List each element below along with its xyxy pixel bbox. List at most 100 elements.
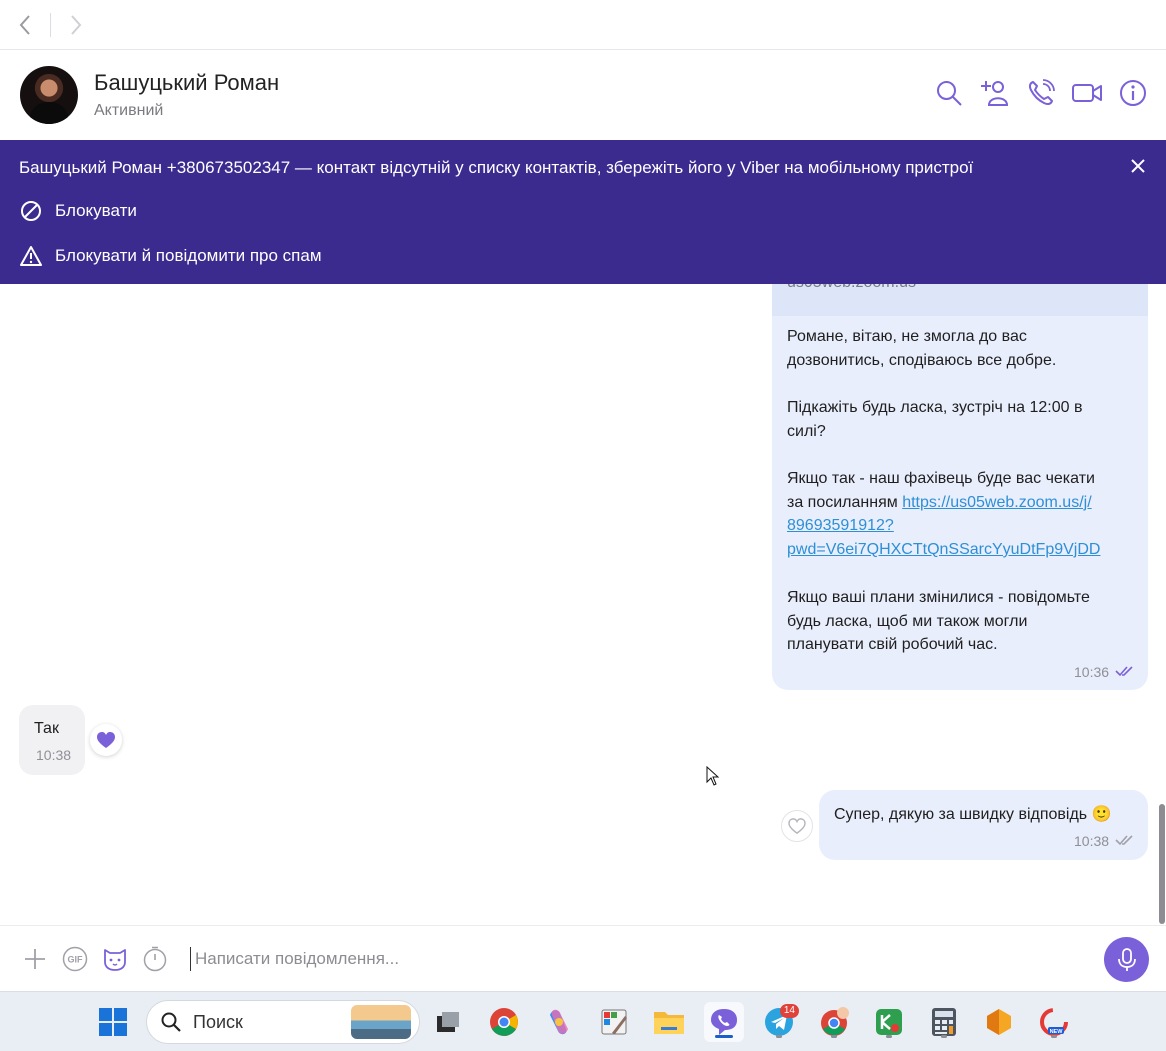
contact-name: Башуцький Роман	[94, 70, 280, 95]
forward-button[interactable]	[65, 14, 87, 36]
taskbar-app-taskview[interactable]	[428, 1002, 468, 1042]
paint-icon	[601, 1009, 627, 1035]
info-button[interactable]	[1118, 78, 1148, 108]
heart-outline-icon	[788, 818, 806, 834]
heart-icon	[97, 732, 115, 748]
orange-shape-icon	[987, 1009, 1011, 1035]
message-text: pwd=V6ei7QHXCTtQnSSarcYyuDtFp9VjDD	[787, 538, 1100, 562]
viber-icon	[711, 1009, 737, 1035]
chrome-icon	[490, 1008, 518, 1036]
copilot-icon	[550, 1009, 568, 1035]
message-composer: GIF	[0, 925, 1166, 991]
video-camera-icon	[1072, 84, 1102, 102]
add-user-icon	[981, 81, 1009, 106]
reaction-badge[interactable]	[90, 724, 122, 756]
viber-window: Башуцький Роман Активний Башуцький Роман…	[0, 0, 1166, 1051]
open-indicator	[886, 1035, 892, 1038]
plus-icon	[25, 948, 45, 969]
chevron-left-icon	[19, 14, 30, 35]
taskbar-search[interactable]: Поиск	[146, 1000, 420, 1044]
open-indicator	[831, 1035, 837, 1038]
warning-icon	[20, 246, 42, 266]
message-text: Якщо ваші плани змінилися - повідомьте б…	[787, 589, 1090, 654]
task-view-icon	[437, 1012, 459, 1032]
attach-button[interactable]	[22, 946, 48, 972]
open-indicator	[941, 1035, 947, 1038]
delivered-ticks-icon	[1115, 835, 1133, 846]
avatar[interactable]	[20, 66, 78, 124]
message-text: Підкажіть будь ласка, зустріч на 12:00 в…	[787, 399, 1083, 440]
add-participant-button[interactable]	[980, 78, 1010, 108]
unknown-contact-banner: Башуцький Роман +380673502347 — контакт …	[0, 140, 1166, 284]
message-text: Супер, дякую за швидку відповідь 🙂	[834, 806, 1112, 823]
voice-message-button[interactable]	[1104, 937, 1149, 982]
message-time: 10:38	[36, 747, 72, 763]
windows-logo-icon	[99, 1008, 127, 1036]
start-button[interactable]	[93, 1002, 133, 1042]
ccleaner-icon: NEW	[1040, 1008, 1068, 1036]
message-time: 10:36	[1074, 664, 1110, 680]
open-indicator	[776, 1035, 782, 1038]
microphone-icon	[1117, 947, 1136, 971]
text-caret	[190, 946, 191, 971]
block-icon	[21, 201, 41, 221]
search-icon	[937, 81, 962, 106]
zoom-link-cont[interactable]: 89693591912?	[787, 517, 894, 534]
green-app-icon	[876, 1009, 902, 1035]
header-actions	[934, 78, 1148, 108]
scrollbar[interactable]	[1159, 804, 1165, 924]
calculator-icon	[932, 1008, 956, 1036]
link-preview-domain: us05web.zoom.us	[787, 284, 916, 292]
taskbar-app-paint[interactable]	[594, 1002, 634, 1042]
phone-icon	[1028, 79, 1055, 106]
close-icon	[1131, 159, 1145, 173]
block-button[interactable]: Блокувати	[20, 200, 137, 222]
message-text: Романе, вітаю, не змогла до вас дозвонит…	[787, 328, 1057, 369]
unread-badge: 14	[779, 1004, 799, 1018]
read-ticks-icon	[1115, 666, 1133, 677]
contact-info[interactable]: Башуцький Роман Активний	[94, 70, 279, 120]
gif-icon: GIF	[62, 946, 88, 971]
active-indicator	[715, 1035, 733, 1038]
taskbar-app-green[interactable]	[869, 1002, 909, 1042]
timer-button[interactable]	[142, 946, 168, 972]
message-text: Так	[34, 720, 59, 737]
back-button[interactable]	[14, 14, 36, 36]
video-call-button[interactable]	[1072, 78, 1102, 108]
link-preview[interactable]: us05web.zoom.us	[772, 284, 1148, 316]
banner-close-button[interactable]	[1128, 156, 1148, 176]
taskbar-app-calculator[interactable]	[924, 1002, 964, 1042]
taskbar-app-chrome-profile[interactable]	[814, 1002, 854, 1042]
search-button[interactable]	[934, 78, 964, 108]
chevron-right-icon	[71, 14, 82, 35]
like-button[interactable]	[781, 810, 813, 842]
taskbar-app-viber[interactable]	[704, 1002, 744, 1042]
nav-bar	[0, 0, 1166, 50]
search-icon	[161, 1012, 181, 1032]
message-input[interactable]	[195, 948, 1075, 969]
taskbar-app-explorer[interactable]	[649, 1002, 689, 1042]
nav-divider	[50, 12, 51, 37]
message-list[interactable]: us05web.zoom.us Романе, вітаю, не змогла…	[0, 284, 1166, 925]
chrome-profile-icon	[821, 1007, 849, 1036]
gif-button[interactable]: GIF	[62, 946, 88, 972]
block-report-label: Блокувати й повідомити про спам	[55, 246, 322, 265]
svg-text:GIF: GIF	[68, 954, 84, 964]
message-time: 10:38	[1074, 833, 1110, 849]
zoom-link-cont[interactable]: pwd=V6ei7QHXCTtQnSSarcYyuDtFp9VjDD	[787, 541, 1100, 558]
block-report-button[interactable]: Блокувати й повідомити про спам	[20, 245, 322, 267]
banner-message: Башуцький Роман +380673502347 — контакт …	[19, 158, 974, 177]
folder-icon	[654, 1012, 684, 1034]
sticker-bear-icon	[104, 948, 126, 971]
search-label: Поиск	[193, 1011, 243, 1032]
zoom-link[interactable]: https://us05web.zoom.us/j/	[902, 494, 1091, 511]
chat-header: Башуцький Роман Активний	[0, 50, 1166, 140]
taskbar-app-copilot[interactable]	[539, 1002, 579, 1042]
taskbar-app-telegram[interactable]: 14	[759, 1002, 799, 1042]
contact-status: Активний	[94, 102, 164, 119]
sticker-button[interactable]	[102, 946, 128, 972]
taskbar-app-chrome[interactable]	[484, 1002, 524, 1042]
taskbar-app-orange[interactable]	[979, 1002, 1019, 1042]
call-button[interactable]	[1026, 78, 1056, 108]
taskbar-app-ccleaner[interactable]: NEW	[1034, 1002, 1074, 1042]
